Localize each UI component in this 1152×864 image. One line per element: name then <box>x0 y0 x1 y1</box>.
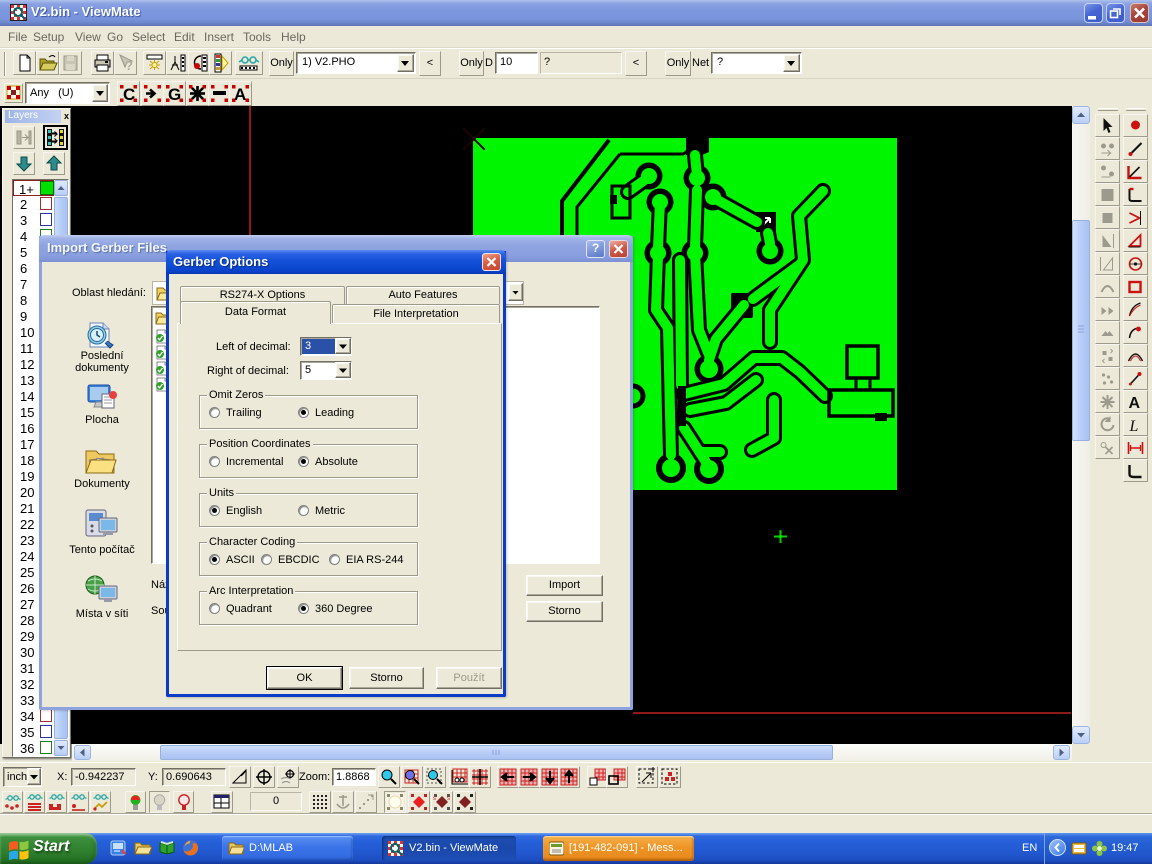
svg-text:C: C <box>123 85 135 104</box>
svg-text:A: A <box>234 85 246 104</box>
svg-text:G: G <box>168 85 181 104</box>
svg-text:s: s <box>447 796 450 802</box>
svg-text:A: A <box>1129 395 1141 412</box>
svg-text:?: ? <box>125 58 133 73</box>
svg-text:s: s <box>433 796 436 802</box>
svg-text:L: L <box>1129 418 1139 435</box>
